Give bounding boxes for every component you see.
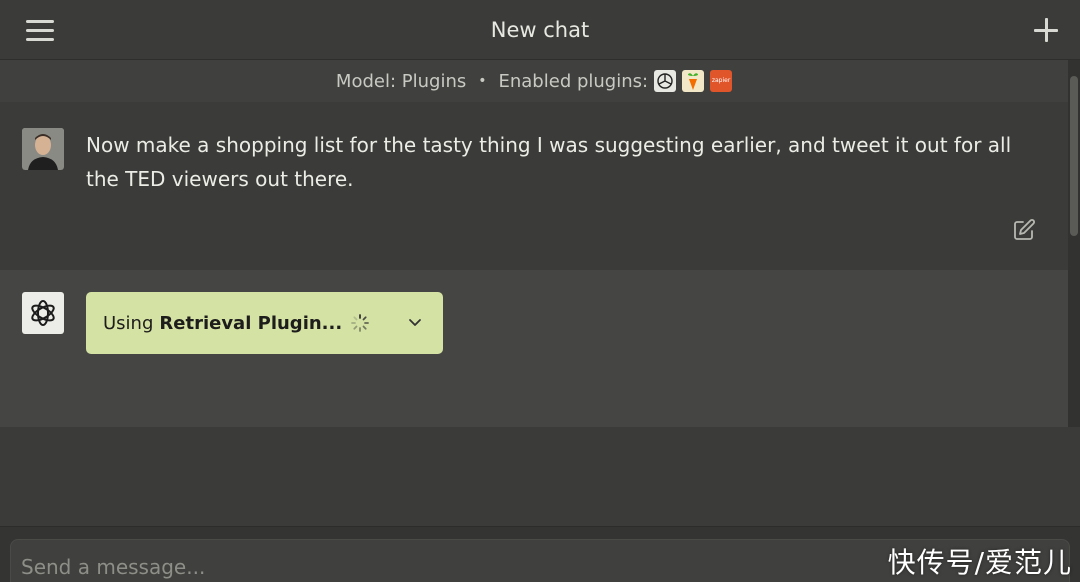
plugin-usage-dropdown[interactable]: Using Retrieval Plugin... [86,292,443,354]
model-label: Model: Plugins [335,70,467,92]
chatgpt-logo-icon [22,292,64,334]
top-bar: New chat [0,0,1080,60]
user-avatar [22,128,64,170]
openai-plugin-icon [654,70,677,92]
new-chat-plus-icon[interactable] [1034,18,1058,42]
hamburger-menu-icon[interactable] [26,18,56,42]
message-input[interactable] [21,552,821,582]
separator-dot: • [478,73,487,89]
chevron-down-icon[interactable] [407,314,423,330]
using-prefix: Using [103,312,154,334]
scrollbar-thumb[interactable] [1070,76,1078,236]
user-message-text: Now make a shopping list for the tasty t… [86,133,1012,191]
zapier-plugin-icon: zapier [710,70,733,92]
empty-chat-area [0,427,1080,527]
plugin-name: Retrieval Plugin... [159,312,343,334]
user-message-row: Now make a shopping list for the tasty t… [0,102,1068,270]
edit-icon[interactable] [1012,218,1036,242]
watermark-text: 快传号/爱范儿 [887,546,1072,579]
model-info-bar: Model: Plugins • Enabled plugins: zapier [0,60,1068,102]
enabled-plugins-label: Enabled plugins: [498,70,649,92]
page-title: New chat [490,18,590,42]
assistant-message-row: Using Retrieval Plugin... [0,270,1068,427]
loading-spinner-icon [351,314,370,332]
instacart-plugin-icon [682,70,705,92]
